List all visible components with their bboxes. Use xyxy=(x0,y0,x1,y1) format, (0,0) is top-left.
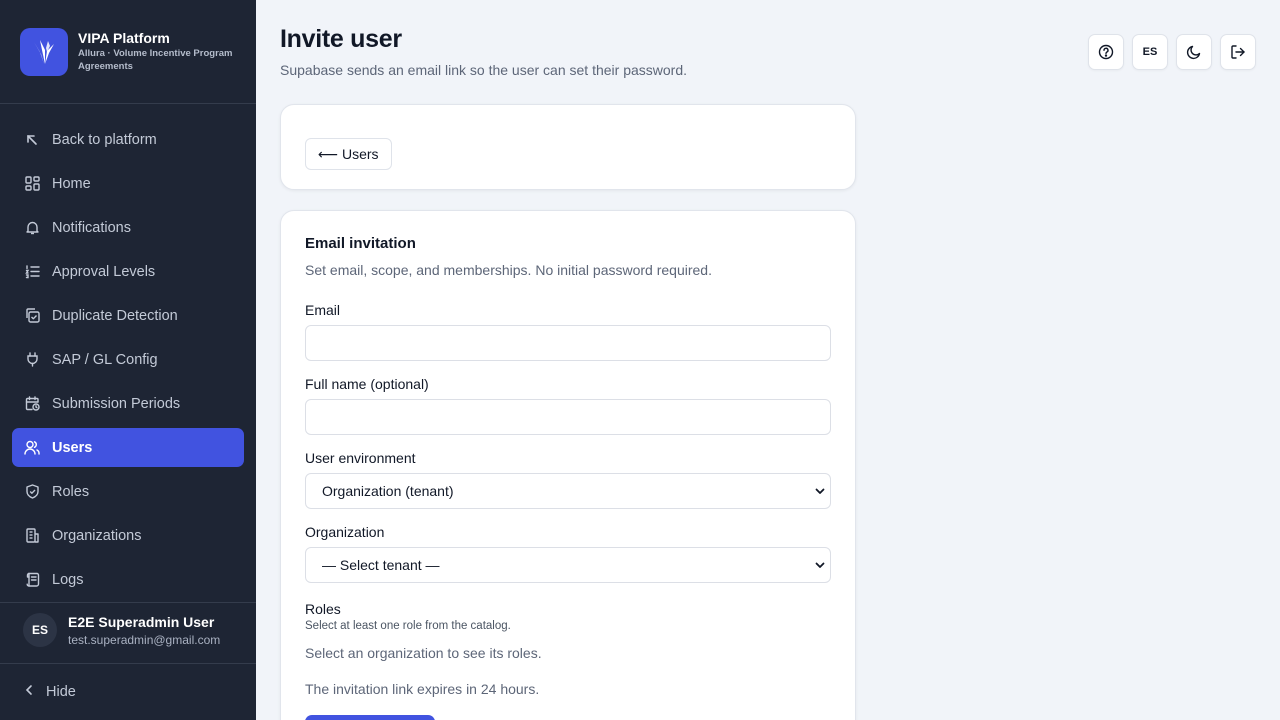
expiry-note: The invitation link expires in 24 hours. xyxy=(305,681,540,697)
roles-hint: Select at least one role from the catalo… xyxy=(305,620,511,632)
invite-form-card: Email invitation Set email, scope, and m… xyxy=(280,210,856,720)
organization-select[interactable]: — Select tenant — xyxy=(305,547,831,583)
sidebar-item-organizations[interactable]: Organizations xyxy=(12,516,244,555)
organization-label: Organization xyxy=(305,524,385,540)
sidebar-item-logs[interactable]: Logs xyxy=(12,560,244,599)
environment-label: User environment xyxy=(305,450,416,466)
arrow-up-left-icon xyxy=(24,132,40,148)
shield-check-icon xyxy=(24,484,40,500)
fullname-label: Full name (optional) xyxy=(305,376,429,392)
sidebar-item-users[interactable]: Users xyxy=(12,428,244,467)
hide-sidebar-button[interactable]: Hide xyxy=(24,682,76,702)
page-title: Invite user xyxy=(280,25,402,53)
sidebar-item-label: Submission Periods xyxy=(52,395,181,412)
sidebar-item-label: Roles xyxy=(52,483,90,500)
sidebar-item-label: Home xyxy=(52,175,91,192)
bell-icon xyxy=(24,220,40,236)
plug-icon xyxy=(24,352,40,368)
sidebar: VIPA Platform Allura · Volume Incentive … xyxy=(0,0,256,720)
user-email: test.superadmin@gmail.com xyxy=(68,633,221,647)
fullname-field[interactable] xyxy=(305,399,831,435)
send-invitation-button[interactable] xyxy=(305,715,435,720)
sidebar-item-roles[interactable]: Roles xyxy=(12,472,244,511)
sidebar-item-label: Back to platform xyxy=(52,131,157,148)
top-actions: ES xyxy=(1088,34,1256,70)
chevron-down-icon xyxy=(815,562,825,568)
form-title: Email invitation xyxy=(305,235,416,252)
help-icon xyxy=(1098,44,1114,60)
brand-header: VIPA Platform Allura · Volume Incentive … xyxy=(0,0,256,104)
form-subtitle: Set email, scope, and memberships. No in… xyxy=(305,262,712,278)
language-button[interactable]: ES xyxy=(1132,34,1168,70)
sidebar-item-label: Approval Levels xyxy=(52,263,156,280)
users-icon xyxy=(24,440,40,456)
email-label: Email xyxy=(305,302,341,318)
brand-logo-icon xyxy=(34,40,54,64)
copy-check-icon xyxy=(24,308,40,324)
sidebar-item-label: Logs xyxy=(52,571,84,588)
sidebar-item-home[interactable]: Home xyxy=(12,164,244,203)
calendar-clock-icon xyxy=(24,396,40,412)
environment-selected-value: Organization (tenant) xyxy=(322,483,454,499)
email-field[interactable] xyxy=(305,325,831,361)
sidebar-item-approval-levels[interactable]: Approval Levels xyxy=(12,252,244,291)
sidebar-item-label: Users xyxy=(52,439,93,456)
page-subtitle: Supabase sends an email link so the user… xyxy=(280,62,688,78)
logout-button[interactable] xyxy=(1220,34,1256,70)
roles-label: Roles xyxy=(305,601,341,617)
sidebar-item-notifications[interactable]: Notifications xyxy=(12,208,244,247)
brand-subtitle: Allura · Volume Incentive Program Agreem… xyxy=(78,48,233,72)
environment-select[interactable]: Organization (tenant) xyxy=(305,473,831,509)
navigation-card: ⟵ Users xyxy=(280,104,856,190)
sidebar-item-duplicate-detection[interactable]: Duplicate Detection xyxy=(12,296,244,335)
sidebar-item-sap-gl-config[interactable]: SAP / GL Config xyxy=(12,340,244,379)
avatar: ES xyxy=(23,613,57,647)
brand-title: VIPA Platform xyxy=(78,30,170,46)
logout-icon xyxy=(1231,45,1245,59)
list-ordered-icon xyxy=(24,264,40,280)
sidebar-item-label: Organizations xyxy=(52,527,142,544)
help-button[interactable] xyxy=(1088,34,1124,70)
brand-logo xyxy=(20,28,68,76)
organization-selected-value: — Select tenant — xyxy=(322,557,440,573)
building-icon xyxy=(24,528,40,544)
sidebar-item-label: Notifications xyxy=(52,219,131,236)
hide-label: Hide xyxy=(46,684,76,700)
dashboard-icon xyxy=(24,176,40,192)
user-name: E2E Superadmin User xyxy=(68,614,215,630)
sidebar-item-back-to-platform[interactable]: Back to platform xyxy=(12,120,244,159)
theme-toggle-button[interactable] xyxy=(1176,34,1212,70)
back-to-users-button[interactable]: ⟵ Users xyxy=(305,138,392,170)
roles-empty-message: Select an organization to see its roles. xyxy=(305,645,542,661)
scroll-icon xyxy=(24,572,40,588)
sidebar-item-submission-periods[interactable]: Submission Periods xyxy=(12,384,244,423)
chevron-left-icon xyxy=(24,683,34,701)
sidebar-item-label: SAP / GL Config xyxy=(52,351,158,368)
moon-icon xyxy=(1186,45,1201,60)
sidebar-item-label: Duplicate Detection xyxy=(52,307,178,324)
chevron-down-icon xyxy=(815,488,825,494)
user-profile[interactable]: ES E2E Superadmin User test.superadmin@g… xyxy=(0,602,256,664)
